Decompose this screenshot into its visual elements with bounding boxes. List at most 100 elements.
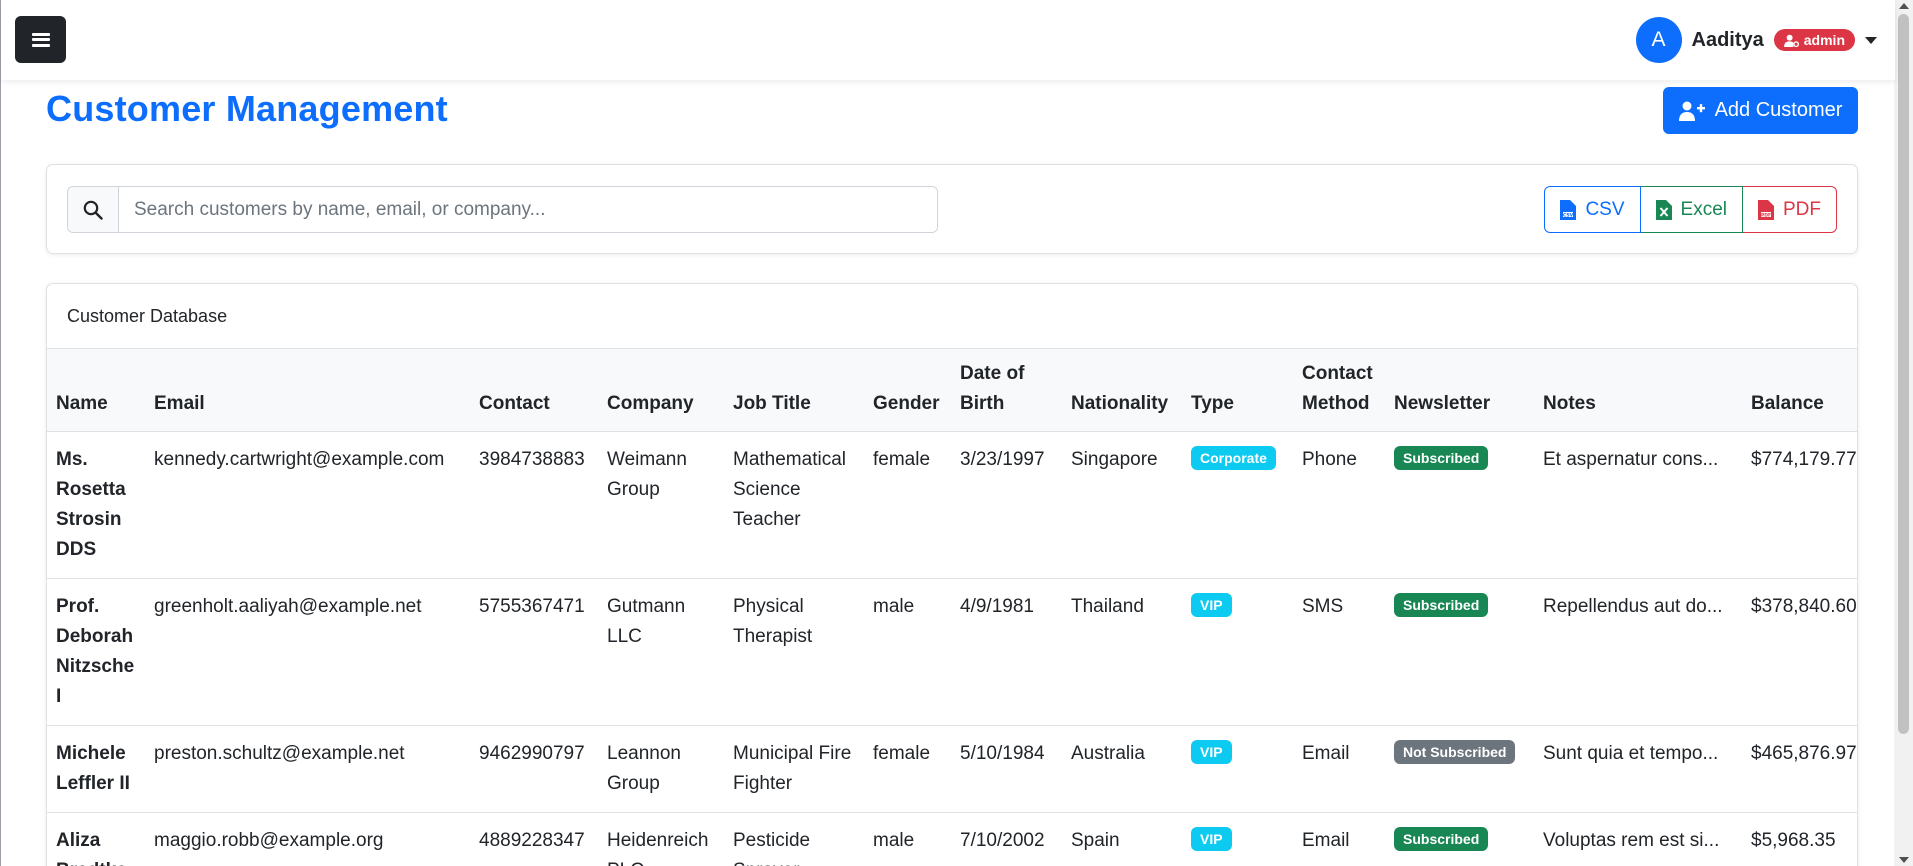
cell-email: kennedy.cartwright@example.com: [145, 431, 470, 579]
cell-dob: 3/23/1997: [951, 431, 1062, 579]
cell-gender: female: [864, 725, 951, 813]
cell-company: Leannon Group: [598, 725, 724, 813]
cell-name: Aliza Bradtke: [47, 812, 145, 866]
cell-dob: 5/10/1984: [951, 725, 1062, 813]
hamburger-icon: [31, 32, 50, 47]
cell-email: preston.schultz@example.net: [145, 725, 470, 813]
export-csv-label: CSV: [1585, 198, 1625, 220]
type-badge: VIP: [1191, 740, 1232, 764]
export-button-group: CSV CSV Excel PDF PDF: [1544, 186, 1837, 233]
table-row[interactable]: Ms. Rosetta Strosin DDS kennedy.cartwrig…: [47, 431, 1857, 579]
customer-table: Name Email Contact Company Job Title Gen…: [47, 349, 1857, 866]
search-addon: [68, 187, 119, 232]
user-plus-icon: [1678, 101, 1705, 121]
type-badge: VIP: [1191, 827, 1232, 851]
cell-gender: female: [864, 431, 951, 579]
search-group: [67, 186, 938, 233]
column-header-newsletter[interactable]: Newsletter: [1385, 349, 1534, 432]
file-pdf-icon: PDF: [1758, 199, 1774, 220]
cell-contact: 5755367471: [470, 578, 598, 726]
menu-toggle-button[interactable]: [15, 16, 66, 63]
cell-newsletter: Subscribed: [1385, 578, 1534, 726]
column-header-dob[interactable]: Date of Birth: [951, 349, 1062, 432]
cell-contact-method: SMS: [1293, 578, 1385, 726]
column-header-contact[interactable]: Contact: [470, 349, 598, 432]
page-title: Customer Management: [46, 88, 448, 129]
column-header-notes[interactable]: Notes: [1534, 349, 1742, 432]
export-excel-label: Excel: [1680, 198, 1727, 220]
cell-dob: 7/10/2002: [951, 812, 1062, 866]
cell-type: VIP: [1182, 812, 1293, 866]
search-card: CSV CSV Excel PDF PDF: [46, 164, 1858, 254]
svg-text:PDF: PDF: [1761, 212, 1771, 218]
column-header-gender[interactable]: Gender: [864, 349, 951, 432]
cell-gender: male: [864, 578, 951, 726]
svg-text:CSV: CSV: [1563, 212, 1574, 218]
export-csv-button[interactable]: CSV CSV: [1544, 186, 1641, 233]
user-name: Aaditya: [1691, 28, 1764, 51]
file-csv-icon: CSV: [1560, 199, 1577, 220]
table-row[interactable]: Aliza Bradtke maggio.robb@example.org 48…: [47, 812, 1857, 866]
user-menu-dropdown[interactable]: A Aaditya admin: [1635, 17, 1877, 63]
export-excel-button[interactable]: Excel: [1640, 186, 1743, 233]
user-gear-icon: [1783, 34, 1799, 47]
newsletter-badge: Subscribed: [1394, 446, 1489, 470]
cell-nationality: Spain: [1062, 812, 1182, 866]
cell-type: VIP: [1182, 578, 1293, 726]
add-customer-label: Add Customer: [1714, 99, 1843, 121]
column-header-contact-method[interactable]: Contact Method: [1293, 349, 1385, 432]
cell-contact-method: Phone: [1293, 431, 1385, 579]
cell-contact-method: Email: [1293, 812, 1385, 866]
role-badge: admin: [1773, 29, 1855, 51]
cell-contact-method: Email: [1293, 725, 1385, 813]
cell-contact: 4889228347: [470, 812, 598, 866]
table-row[interactable]: Prof. Deborah Nitzsche I greenholt.aaliy…: [47, 578, 1857, 726]
type-badge: VIP: [1191, 593, 1232, 617]
cell-company: Weimann Group: [598, 431, 724, 579]
cell-email: maggio.robb@example.org: [145, 812, 470, 866]
column-header-type[interactable]: Type: [1182, 349, 1293, 432]
scroll-thumb[interactable]: [1898, 14, 1909, 734]
cell-nationality: Singapore: [1062, 431, 1182, 579]
column-header-job-title[interactable]: Job Title: [724, 349, 864, 432]
table-row[interactable]: Michele Leffler II preston.schultz@examp…: [47, 725, 1857, 813]
cell-notes: Voluptas rem est si...: [1534, 812, 1742, 866]
cell-type: VIP: [1182, 725, 1293, 813]
newsletter-badge: Not Subscribed: [1394, 740, 1516, 764]
cell-contact: 3984738883: [470, 431, 598, 579]
cell-company: Heidenreich PLC: [598, 812, 724, 866]
top-navbar: A Aaditya admin: [1, 0, 1895, 80]
cell-name: Prof. Deborah Nitzsche I: [47, 578, 145, 726]
chevron-down-icon: [1865, 36, 1877, 44]
cell-name: Michele Leffler II: [47, 725, 145, 813]
cell-company: Gutmann LLC: [598, 578, 724, 726]
cell-job-title: Municipal Fire Fighter: [724, 725, 864, 813]
column-header-nationality[interactable]: Nationality: [1062, 349, 1182, 432]
search-input[interactable]: [119, 187, 937, 232]
add-customer-button[interactable]: Add Customer: [1663, 87, 1858, 134]
newsletter-badge: Subscribed: [1394, 593, 1489, 617]
cell-newsletter: Subscribed: [1385, 431, 1534, 579]
cell-newsletter: Not Subscribed: [1385, 725, 1534, 813]
column-header-company[interactable]: Company: [598, 349, 724, 432]
cell-balance: $465,876.97: [1742, 725, 1857, 813]
cell-job-title: Pesticide Sprayer: [724, 812, 864, 866]
column-header-name[interactable]: Name: [47, 349, 145, 432]
cell-name: Ms. Rosetta Strosin DDS: [47, 431, 145, 579]
cell-nationality: Thailand: [1062, 578, 1182, 726]
search-icon: [83, 200, 103, 220]
cell-notes: Et aspernatur cons...: [1534, 431, 1742, 579]
cell-job-title: Physical Therapist: [724, 578, 864, 726]
cell-newsletter: Subscribed: [1385, 812, 1534, 866]
scroll-up-icon[interactable]: [1899, 3, 1909, 9]
scroll-down-icon[interactable]: [1899, 857, 1909, 863]
cell-dob: 4/9/1981: [951, 578, 1062, 726]
cell-notes: Sunt quia et tempo...: [1534, 725, 1742, 813]
cell-contact: 9462990797: [470, 725, 598, 813]
customer-table-card: Customer Database Name Email Contact Com…: [46, 283, 1858, 866]
page-scrollbar[interactable]: [1894, 0, 1913, 866]
export-pdf-button[interactable]: PDF PDF: [1743, 186, 1837, 233]
column-header-balance[interactable]: Balance: [1742, 349, 1857, 432]
cell-gender: male: [864, 812, 951, 866]
column-header-email[interactable]: Email: [145, 349, 470, 432]
